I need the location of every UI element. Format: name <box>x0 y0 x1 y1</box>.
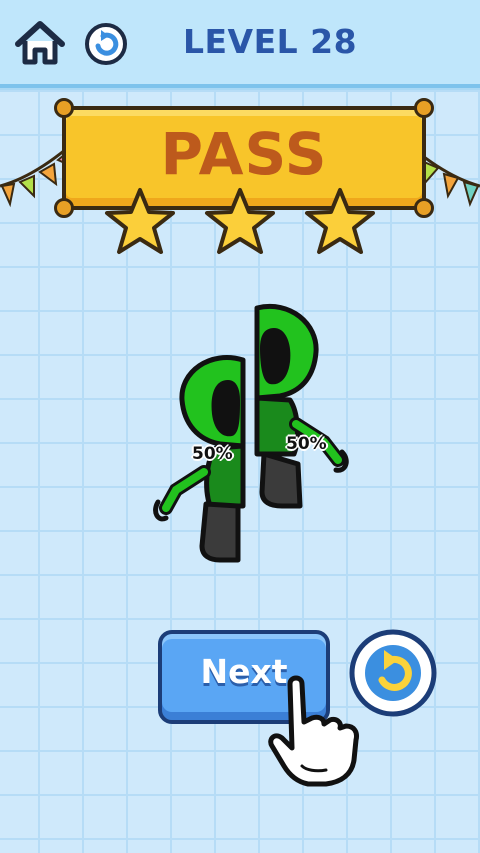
result-banner: PASS <box>0 94 480 264</box>
top-bar: LEVEL 28 <box>0 0 480 88</box>
left-half-percent: 50% <box>192 444 233 464</box>
bolt <box>414 98 434 118</box>
reload-icon <box>85 23 127 65</box>
level-title: LEVEL 28 <box>182 22 358 61</box>
reload-button[interactable] <box>84 22 128 66</box>
star-rating <box>0 186 480 266</box>
right-half-percent: 50% <box>286 434 327 454</box>
star-icon <box>305 188 375 254</box>
home-button[interactable] <box>14 20 66 66</box>
star-icon <box>205 188 275 254</box>
pointer-hand-icon <box>268 675 359 787</box>
split-robot: 50% 50% <box>140 300 360 580</box>
robot-left-half <box>153 304 349 563</box>
home-icon <box>15 21 65 65</box>
bolt <box>54 98 74 118</box>
pass-title: PASS <box>160 120 328 188</box>
star-icon <box>105 188 175 254</box>
